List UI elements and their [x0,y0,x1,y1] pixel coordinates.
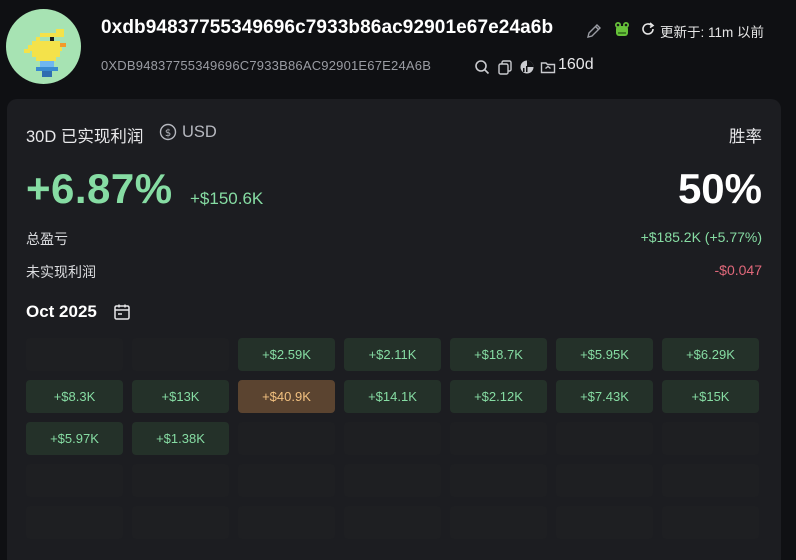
frog-icon [615,22,629,36]
calendar-day-cell[interactable]: +$7.43K [556,380,653,413]
unrealized-pnl-value: -$0.047 [714,262,762,278]
calendar-day-empty [450,422,547,455]
calendar-day-empty [556,422,653,455]
calendar-day-cell[interactable]: +$1.38K [132,422,229,455]
total-pnl-label: 总盈亏 [26,231,68,247]
calendar-day-cell[interactable]: +$2.12K [450,380,547,413]
calendar-day-empty [344,464,441,497]
calendar-day-empty [662,464,759,497]
calendar-day-empty [26,506,123,539]
calendar-day-empty [556,464,653,497]
calendar-month: Oct 2025 [26,302,97,321]
win-rate-value: 50% [677,165,762,212]
wallet-age: 160d [558,56,594,73]
calendar-day-empty [238,506,335,539]
calendar-day-cell[interactable]: +$2.11K [344,338,441,371]
calendar-day-cell[interactable]: +$15K [662,380,759,413]
calendar-day-cell[interactable]: +$2.59K [238,338,335,371]
calendar-day-empty [26,338,123,371]
calendar-day-empty [662,506,759,539]
currency-swap-icon[interactable]: $ [159,123,177,141]
calendar-day-empty [238,464,335,497]
calendar-day-empty [556,506,653,539]
calendar-day-cell[interactable]: +$13K [132,380,229,413]
refresh-icon[interactable] [640,21,656,37]
calendar-day-cell[interactable]: +$8.3K [26,380,123,413]
wallet-address-full: 0XDB94837755349696C7933B86AC92901E67E24A… [101,58,432,73]
calendar-day-empty [450,464,547,497]
copy-icon[interactable] [497,59,513,75]
pnl-card: 30D 已实现利润 $ USD 胜率 +6.87% +$150.6K 50% 总… [7,99,781,560]
realized-pnl-amount: +$150.6K [190,189,264,208]
win-rate-label: 胜率 [729,128,762,146]
currency-toggle[interactable]: USD [182,123,217,142]
calendar-icon[interactable] [113,303,131,321]
calendar-day-cell[interactable]: +$18.7K [450,338,547,371]
calendar-day-empty [344,506,441,539]
pnl-period-label: 30D 已实现利润 [26,128,144,146]
pencil-icon[interactable] [585,22,603,40]
pnl-calendar-grid: +$2.59K +$2.11K +$18.7K +$5.95K +$6.29K +$8.3… [26,338,759,539]
calendar-day-cell[interactable]: +$14.1K [344,380,441,413]
calendar-day-empty [132,338,229,371]
calendar-day-cell[interactable]: +$6.29K [662,338,759,371]
total-pnl-value: +$185.2K (+5.77%) [640,229,762,245]
avatar [6,9,81,84]
unrealized-pnl-label: 未实现利润 [26,264,96,280]
pixel-duck-avatar-icon [24,29,66,77]
wallet-page: 0xdb94837755349696c7933b86ac92901e67e24a… [0,0,796,560]
svg-text:$: $ [165,128,171,139]
calendar-day-cell[interactable]: +$5.95K [556,338,653,371]
calendar-day-empty [132,506,229,539]
calendar-day-empty [344,422,441,455]
calendar-day-empty [26,464,123,497]
calendar-day-empty [662,422,759,455]
calendar-day-cell[interactable]: +$40.9K [238,380,335,413]
calendar-day-empty [132,464,229,497]
realized-pnl-percent: +6.87% [26,165,173,212]
folder-icon[interactable] [540,59,556,75]
calendar-day-cell[interactable]: +$5.97K [26,422,123,455]
calendar-day-empty [450,506,547,539]
pie-chart-icon[interactable] [519,59,535,75]
search-icon[interactable] [474,59,490,75]
updated-time: 更新于: 11m 以前 [660,25,765,40]
calendar-day-empty [238,422,335,455]
wallet-address-title: 0xdb94837755349696c7933b86ac92901e67e24a… [101,17,554,38]
